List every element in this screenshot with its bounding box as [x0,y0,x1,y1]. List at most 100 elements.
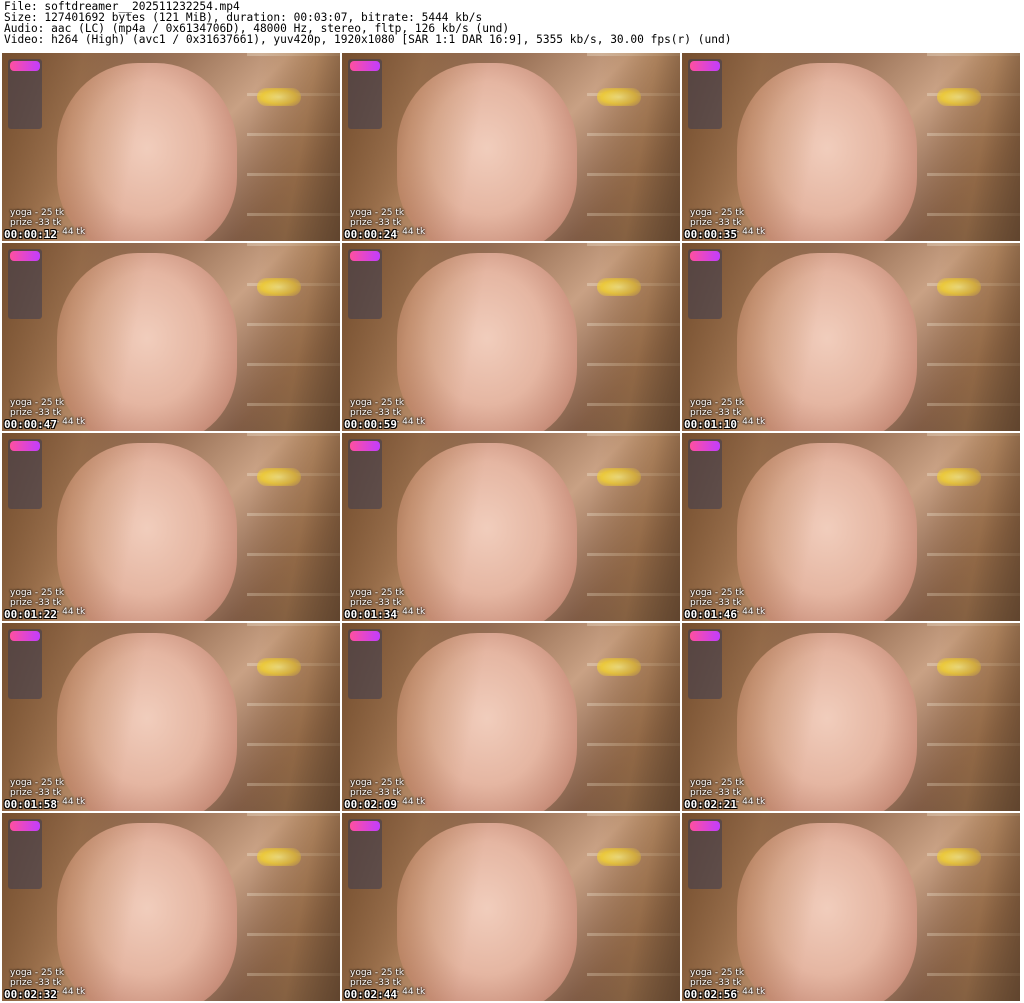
stream-logo-icon [690,61,720,71]
overlay-text-line-2: prize -33 tk [10,598,62,608]
video-thumbnail: yoga - 25 tk prize -33 tk - 44 tk 00:02:56 [682,813,1020,1001]
thumbnail-timestamp: 00:02:21 [684,798,737,811]
overlay-text-line-3: - 44 tk [56,987,86,997]
overlay-text-line-2: prize -33 tk [350,978,402,988]
stream-logo-icon [350,441,380,451]
overlay-text-line-2: prize -33 tk [350,598,402,608]
stream-overlay-panel [8,819,42,889]
overlay-text-line-2: prize -33 tk [350,218,402,228]
stream-overlay-panel [348,59,382,129]
overlay-text-line-2: prize -33 tk [10,978,62,988]
stream-overlay-panel [8,249,42,319]
overlay-text-line-3: - 44 tk [396,227,426,237]
video-thumbnail: yoga - 25 tk prize -33 tk - 44 tk 00:00:47 [2,243,340,431]
overlay-text-line-1: yoga - 25 tk [690,588,745,598]
stream-logo-icon [350,631,380,641]
thumbnail-timestamp: 00:02:32 [4,988,57,1001]
overlay-text-line-2: prize -33 tk [690,408,742,418]
stream-logo-icon [350,61,380,71]
video-thumbnail: yoga - 25 tk prize -33 tk - 44 tk 00:00:59 [342,243,680,431]
stream-overlay-panel [348,629,382,699]
thumbnail-timestamp: 00:00:35 [684,228,737,241]
overlay-text-line-2: prize -33 tk [350,788,402,798]
video-thumbnail: yoga - 25 tk prize -33 tk - 44 tk 00:02:09 [342,623,680,811]
overlay-text-line-1: yoga - 25 tk [690,208,745,218]
thumbnail-grid: yoga - 25 tk prize -33 tk - 44 tk 00:00:12 y… [2,53,1022,1003]
thumbnail-timestamp: 00:02:44 [344,988,397,1001]
stream-logo-icon [690,441,720,451]
overlay-text-line-3: - 44 tk [736,417,766,427]
overlay-text-line-3: - 44 tk [736,987,766,997]
overlay-text-line-1: yoga - 25 tk [10,778,65,788]
stream-overlay-panel [688,249,722,319]
overlay-text-line-1: yoga - 25 tk [350,778,405,788]
video-thumbnail: yoga - 25 tk prize -33 tk - 44 tk 00:00:12 [2,53,340,241]
overlay-text-line-3: - 44 tk [736,797,766,807]
stream-logo-icon [690,821,720,831]
thumbnail-timestamp: 00:02:09 [344,798,397,811]
stream-logo-icon [10,251,40,261]
video-thumbnail: yoga - 25 tk prize -33 tk - 44 tk 00:00:35 [682,53,1020,241]
stream-overlay-panel [8,439,42,509]
video-thumbnail: yoga - 25 tk prize -33 tk - 44 tk 00:01:46 [682,433,1020,621]
overlay-text-line-3: - 44 tk [396,797,426,807]
overlay-text-line-1: yoga - 25 tk [690,778,745,788]
overlay-text-line-1: yoga - 25 tk [10,968,65,978]
overlay-text-line-1: yoga - 25 tk [690,398,745,408]
thumbnail-timestamp: 00:00:59 [344,418,397,431]
overlay-text-line-3: - 44 tk [56,607,86,617]
overlay-text-line-3: - 44 tk [56,797,86,807]
overlay-text-line-1: yoga - 25 tk [10,588,65,598]
stream-logo-icon [10,61,40,71]
overlay-text-line-1: yoga - 25 tk [350,968,405,978]
overlay-text-line-2: prize -33 tk [350,408,402,418]
stream-logo-icon [690,251,720,261]
overlay-text-line-2: prize -33 tk [10,218,62,228]
stream-overlay-panel [8,629,42,699]
overlay-text-line-3: - 44 tk [56,227,86,237]
overlay-text-line-1: yoga - 25 tk [10,398,65,408]
video-thumbnail: yoga - 25 tk prize -33 tk - 44 tk 00:01:10 [682,243,1020,431]
overlay-text-line-3: - 44 tk [396,607,426,617]
thumbnail-timestamp: 00:01:34 [344,608,397,621]
video-thumbnail: yoga - 25 tk prize -33 tk - 44 tk 00:01:58 [2,623,340,811]
thumbnail-timestamp: 00:00:24 [344,228,397,241]
overlay-text-line-3: - 44 tk [56,417,86,427]
file-info-header: File: softdreamer__202511232254.mp4 Size… [4,1,1020,45]
overlay-text-line-2: prize -33 tk [10,788,62,798]
stream-overlay-panel [688,59,722,129]
overlay-text-line-1: yoga - 25 tk [350,398,405,408]
thumbnail-timestamp: 00:00:12 [4,228,57,241]
stream-logo-icon [10,441,40,451]
stream-logo-icon [350,821,380,831]
stream-overlay-panel [688,629,722,699]
overlay-text-line-3: - 44 tk [736,607,766,617]
overlay-text-line-3: - 44 tk [736,227,766,237]
overlay-text-line-2: prize -33 tk [690,978,742,988]
stream-overlay-panel [348,439,382,509]
video-thumbnail: yoga - 25 tk prize -33 tk - 44 tk 00:02:32 [2,813,340,1001]
video-info-line: Video: h264 (High) (avc1 / 0x31637661), … [4,33,732,46]
stream-overlay-panel [688,819,722,889]
stream-logo-icon [10,821,40,831]
overlay-text-line-3: - 44 tk [396,417,426,427]
stream-overlay-panel [8,59,42,129]
overlay-text-line-2: prize -33 tk [10,408,62,418]
overlay-text-line-1: yoga - 25 tk [350,588,405,598]
stream-logo-icon [10,631,40,641]
thumbnail-timestamp: 00:01:22 [4,608,57,621]
video-thumbnail: yoga - 25 tk prize -33 tk - 44 tk 00:02:21 [682,623,1020,811]
stream-overlay-panel [348,819,382,889]
video-thumbnail: yoga - 25 tk prize -33 tk - 44 tk 00:01:34 [342,433,680,621]
video-thumbnail: yoga - 25 tk prize -33 tk - 44 tk 00:01:22 [2,433,340,621]
stream-logo-icon [690,631,720,641]
overlay-text-line-2: prize -33 tk [690,788,742,798]
overlay-text-line-3: - 44 tk [396,987,426,997]
stream-overlay-panel [688,439,722,509]
thumbnail-timestamp: 00:01:10 [684,418,737,431]
thumbnail-timestamp: 00:01:58 [4,798,57,811]
stream-logo-icon [350,251,380,261]
video-thumbnail: yoga - 25 tk prize -33 tk - 44 tk 00:00:24 [342,53,680,241]
stream-overlay-panel [348,249,382,319]
thumbnail-timestamp: 00:02:56 [684,988,737,1001]
